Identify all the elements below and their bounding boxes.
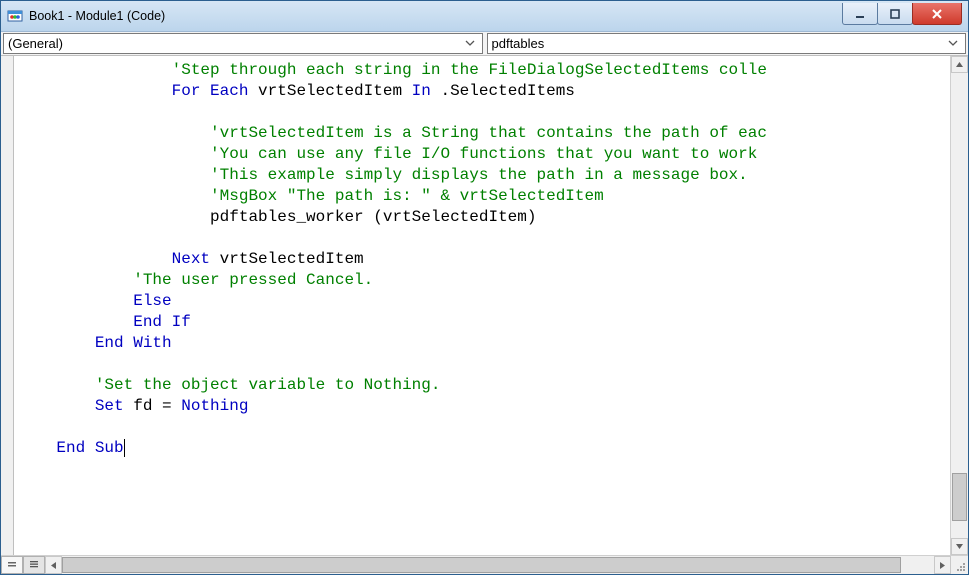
code-line[interactable]: Set fd = Nothing	[18, 396, 950, 417]
window-title: Book1 - Module1 (Code)	[29, 9, 843, 23]
code-line[interactable]: Next vrtSelectedItem	[18, 249, 950, 270]
code-line[interactable]	[18, 102, 950, 123]
vscroll-track[interactable]	[951, 73, 968, 538]
maximize-button[interactable]	[877, 3, 913, 25]
code-line[interactable]: 'vrtSelectedItem is a String that contai…	[18, 123, 950, 144]
code-line[interactable]: 'Set the object variable to Nothing.	[18, 375, 950, 396]
horizontal-scrollbar[interactable]	[45, 556, 951, 574]
scroll-right-button[interactable]	[934, 556, 951, 574]
code-line[interactable]: 'Step through each string in the FileDia…	[18, 60, 950, 81]
code-line[interactable]: 'You can use any file I/O functions that…	[18, 144, 950, 165]
dropdown-row: (General) pdftables	[1, 32, 968, 56]
code-pane[interactable]: 'Step through each string in the FileDia…	[14, 56, 950, 555]
window-controls	[843, 3, 968, 25]
full-module-view-button[interactable]	[23, 556, 45, 574]
code-line[interactable]: Else	[18, 291, 950, 312]
chevron-down-icon	[945, 36, 961, 51]
hscroll-thumb[interactable]	[62, 557, 901, 573]
code-line[interactable]	[18, 417, 950, 438]
procedure-view-button[interactable]	[1, 556, 23, 574]
code-line[interactable]: End With	[18, 333, 950, 354]
close-button[interactable]	[912, 3, 962, 25]
code-line[interactable]	[18, 228, 950, 249]
scroll-left-button[interactable]	[45, 556, 62, 574]
titlebar[interactable]: Book1 - Module1 (Code)	[1, 1, 968, 32]
minimize-button[interactable]	[842, 3, 878, 25]
scroll-up-button[interactable]	[951, 56, 968, 73]
code-line[interactable]: End If	[18, 312, 950, 333]
code-window: Book1 - Module1 (Code) (General) pdftabl…	[0, 0, 969, 575]
procedure-dropdown-value: pdftables	[492, 36, 946, 51]
hscroll-track[interactable]	[62, 556, 934, 574]
code-line[interactable]: End Sub	[18, 438, 950, 459]
scroll-down-button[interactable]	[951, 538, 968, 555]
chevron-down-icon	[462, 36, 478, 51]
code-line[interactable]: pdftables_worker (vrtSelectedItem)	[18, 207, 950, 228]
code-area: 'Step through each string in the FileDia…	[1, 56, 968, 555]
vertical-scrollbar[interactable]	[950, 56, 968, 555]
margin-bar[interactable]	[1, 56, 14, 555]
bottom-row	[1, 555, 968, 574]
code-line[interactable]: 'MsgBox "The path is: " & vrtSelectedIte…	[18, 186, 950, 207]
code-area-wrap: 'Step through each string in the FileDia…	[1, 56, 968, 574]
code-line[interactable]: 'The user pressed Cancel.	[18, 270, 950, 291]
code-line[interactable]	[18, 354, 950, 375]
code-line[interactable]: 'This example simply displays the path i…	[18, 165, 950, 186]
object-dropdown[interactable]: (General)	[3, 33, 483, 54]
object-dropdown-value: (General)	[8, 36, 462, 51]
vscroll-thumb[interactable]	[952, 473, 967, 522]
module-icon	[7, 8, 23, 24]
procedure-dropdown[interactable]: pdftables	[487, 33, 967, 54]
code-line[interactable]: For Each vrtSelectedItem In .SelectedIte…	[18, 81, 950, 102]
resize-grip[interactable]	[951, 556, 968, 574]
